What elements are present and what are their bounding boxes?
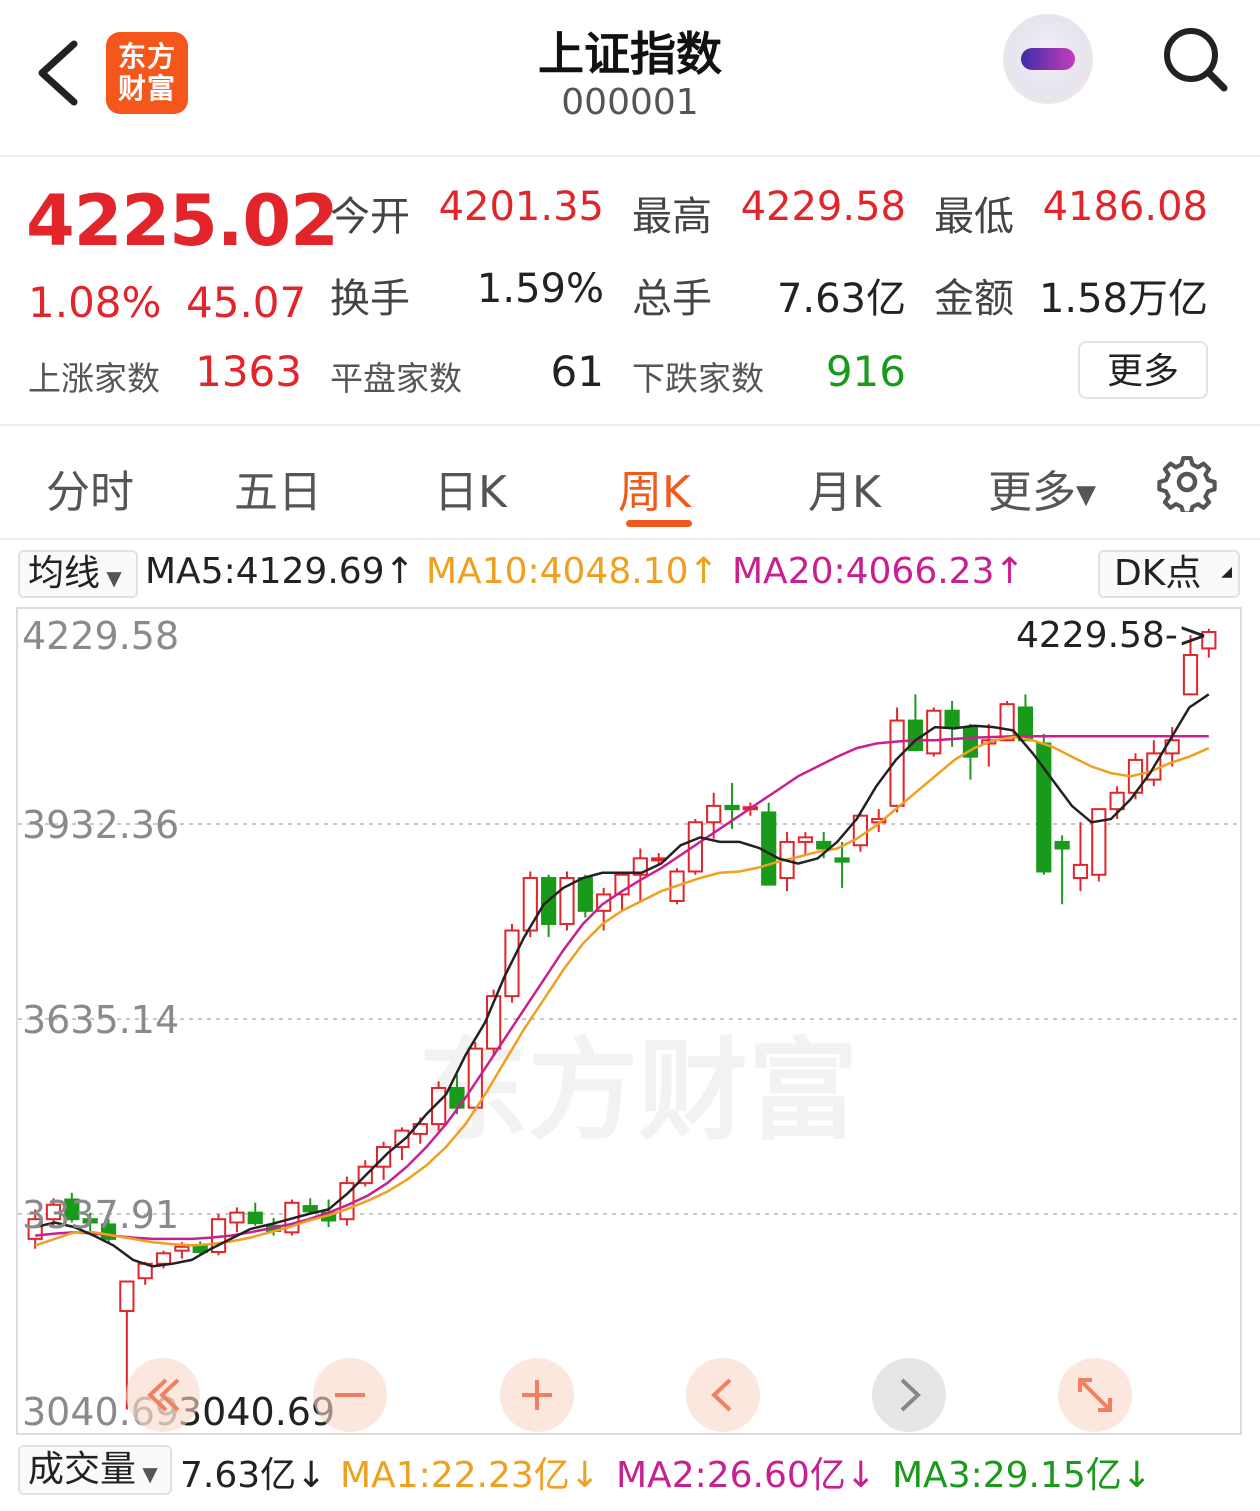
change-amount: 45.07 bbox=[186, 278, 307, 327]
volume-ma3: MA3:29.15亿↓ bbox=[892, 1455, 1152, 1496]
candle-body bbox=[229, 1211, 245, 1224]
high-value: 4229.58 bbox=[740, 184, 906, 230]
kline-chart[interactable]: 东方财富 4229.58 3932.36 3635.14 3337.91 3040.69 4… bbox=[16, 607, 1242, 1435]
pan-left-button[interactable] bbox=[686, 1358, 760, 1432]
volume-current: 7.63亿↓ bbox=[180, 1455, 327, 1496]
candle-body bbox=[247, 1211, 263, 1225]
candle-body bbox=[577, 877, 593, 912]
y-tick-label: 3932.36 bbox=[22, 803, 179, 847]
active-tab-indicator bbox=[626, 520, 692, 527]
tab-more[interactable]: 更多▼ bbox=[988, 456, 1096, 520]
dk-point-label: DK点 bbox=[1114, 553, 1202, 594]
left-icon bbox=[711, 1378, 732, 1412]
down-count-label: 下跌家数 bbox=[632, 359, 764, 398]
change-percent: 1.08% bbox=[28, 278, 162, 327]
zoom-out-button[interactable] bbox=[313, 1358, 387, 1432]
tab-daily-k[interactable]: 日K bbox=[434, 456, 507, 520]
volume-value: 7.63亿 bbox=[776, 276, 906, 322]
amount-label: 金额 bbox=[934, 276, 1014, 322]
y-tick-label: 3337.91 bbox=[22, 1193, 179, 1237]
volume-selector-label: 成交量 bbox=[28, 1449, 137, 1490]
amount-value: 1.58万亿 bbox=[1038, 276, 1208, 322]
low-value: 4186.08 bbox=[1042, 184, 1208, 230]
candle-body bbox=[1091, 808, 1107, 876]
search-icon[interactable] bbox=[1160, 24, 1230, 94]
settings-gear-icon[interactable] bbox=[1157, 452, 1217, 512]
candle-body bbox=[1182, 653, 1199, 696]
volume-ma1: MA1:22.23亿↓ bbox=[340, 1455, 600, 1496]
dk-point-button[interactable]: DK点 ◢ bbox=[1098, 550, 1240, 598]
down-count: 916 bbox=[825, 347, 906, 396]
volume-label: 总手 bbox=[632, 276, 712, 322]
candle-body bbox=[944, 709, 960, 729]
turnover-value: 1.59% bbox=[476, 266, 604, 312]
current-price: 4225.02 bbox=[26, 180, 339, 262]
candle-body bbox=[999, 703, 1015, 742]
candle-body bbox=[761, 811, 777, 886]
high-label: 最高 bbox=[632, 194, 712, 240]
fullscreen-button[interactable] bbox=[1058, 1358, 1132, 1432]
caret-down-icon: ▼ bbox=[136, 1462, 158, 1486]
candle-body bbox=[797, 836, 813, 843]
candle-body bbox=[1072, 863, 1089, 880]
caret-down-icon: ▼ bbox=[1076, 480, 1096, 510]
volume-ma2: MA2:26.60亿↓ bbox=[616, 1455, 876, 1496]
candle-body bbox=[1054, 840, 1070, 850]
candle-body bbox=[706, 804, 722, 824]
caret-down-icon: ▼ bbox=[100, 566, 122, 590]
volume-indicator-selector[interactable]: 成交量 ▼ bbox=[18, 1445, 172, 1495]
app-header: 东方 财富 上证指数 000001 bbox=[0, 0, 1260, 157]
candle-body bbox=[155, 1252, 172, 1265]
double-left-icon bbox=[147, 1378, 180, 1412]
ma5-value: MA5:4129.69↑ bbox=[145, 551, 415, 592]
tab-monthly-k[interactable]: 月K bbox=[808, 456, 881, 520]
ma10-value: MA10:4048.10↑ bbox=[426, 551, 719, 592]
candle-body bbox=[816, 840, 832, 850]
ma20-line bbox=[35, 735, 1209, 1241]
ai-assistant-robot-icon[interactable] bbox=[1003, 14, 1093, 104]
zoom-in-icon bbox=[522, 1380, 552, 1410]
up-count: 1363 bbox=[195, 347, 302, 396]
kline-svg: 东方财富 4229.58 3932.36 3635.14 3337.91 3040.69 4… bbox=[18, 614, 1240, 1433]
ma20-value: MA20:4066.23↑ bbox=[732, 551, 1025, 592]
indicator-selector[interactable]: 均线 ▼ bbox=[18, 550, 138, 598]
ma5-line bbox=[34, 693, 1210, 1268]
fullscreen-icon bbox=[1078, 1378, 1112, 1412]
low-label: 最低 bbox=[934, 194, 1014, 240]
tab-weekly-k[interactable]: 周K bbox=[618, 456, 691, 520]
flat-count: 61 bbox=[550, 347, 604, 396]
turnover-label: 换手 bbox=[330, 276, 410, 322]
y-tick-label: 3635.14 bbox=[22, 998, 179, 1042]
indicator-selector-label: 均线 bbox=[28, 553, 101, 594]
pan-right-button[interactable] bbox=[872, 1358, 946, 1432]
zoom-out-icon bbox=[335, 1393, 365, 1397]
y-tick-label: 4229.58 bbox=[22, 614, 179, 658]
open-value: 4201.35 bbox=[438, 184, 604, 230]
corner-triangle-icon: ◢ bbox=[1221, 564, 1232, 580]
max-price-annotation: 4229.58-> bbox=[1016, 615, 1208, 656]
double-left-button[interactable] bbox=[126, 1358, 200, 1432]
candle-body bbox=[834, 857, 850, 863]
flat-count-label: 平盘家数 bbox=[330, 359, 462, 398]
min-price-annotation: 3040.69 bbox=[178, 1390, 335, 1433]
right-icon bbox=[900, 1378, 921, 1412]
candle-body bbox=[119, 1280, 135, 1313]
tab-intraday[interactable]: 分时 bbox=[46, 456, 134, 520]
zoom-in-button[interactable] bbox=[500, 1358, 574, 1432]
ma10-line bbox=[34, 735, 1210, 1247]
candle-body bbox=[174, 1245, 190, 1252]
more-button[interactable]: 更多 bbox=[1078, 341, 1208, 399]
tab-more-label: 更多 bbox=[988, 467, 1076, 518]
tab-five-day[interactable]: 五日 bbox=[234, 456, 322, 520]
watermark-text: 东方财富 bbox=[418, 1027, 858, 1155]
candle-body bbox=[522, 877, 538, 932]
open-label: 今开 bbox=[330, 194, 410, 240]
candle-body bbox=[724, 804, 740, 811]
candle-body bbox=[302, 1205, 318, 1213]
up-count-label: 上涨家数 bbox=[28, 359, 160, 398]
